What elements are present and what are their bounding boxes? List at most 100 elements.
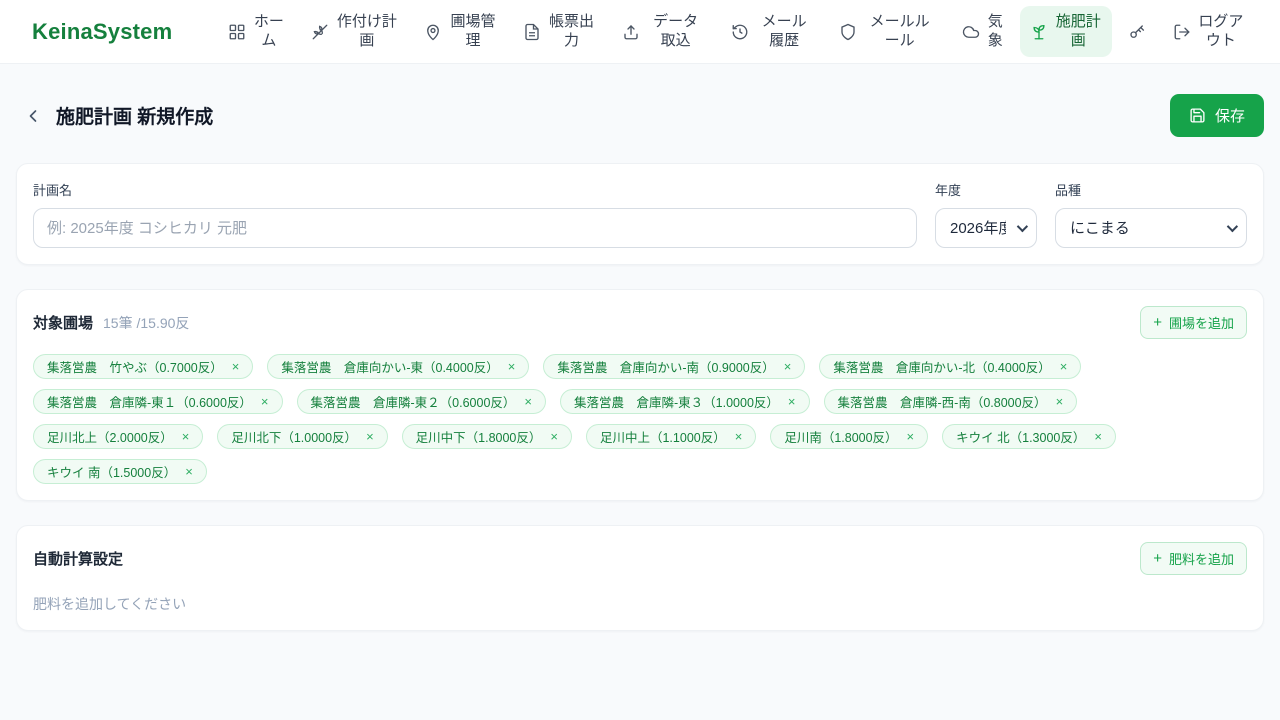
- main-nav: ホーム 作付け計画 圃場管理 帳票出力 データ取込 メール履歴 メールルール 気…: [218, 5, 1254, 58]
- nav-label: 帳票出力: [549, 12, 595, 49]
- variety-select[interactable]: にこまる: [1055, 208, 1247, 248]
- field-tag-label: 集落営農 倉庫隣-東１（0.6000反）: [47, 396, 252, 410]
- field-tag-label: キウイ 北（1.3000反）: [956, 431, 1086, 445]
- auto-calc-title: 自動計算設定: [33, 551, 124, 568]
- field-tag: 集落営農 倉庫向かい-南（0.9000反） ×: [543, 354, 806, 379]
- field-tag-label: 集落営農 倉庫向かい-東（0.4000反）: [281, 361, 499, 375]
- field-tag: 足川中下（1.8000反） ×: [401, 424, 572, 449]
- nav-label: メールルール: [869, 12, 930, 49]
- nav-label: 施肥計画: [1055, 12, 1101, 49]
- add-fertilizer-button-label: 肥料を追加: [1168, 552, 1234, 567]
- nav-item-logout[interactable]: ログアウト: [1163, 6, 1254, 58]
- field-tag-label: キウイ 南（1.5000反）: [47, 466, 177, 480]
- nav-item-mail-rules[interactable]: メールルール: [829, 6, 946, 58]
- nav-label: 圃場管理: [450, 12, 496, 49]
- shield-icon: [839, 23, 857, 41]
- field-tag: 集落営農 竹やぶ（0.7000反） ×: [33, 354, 254, 379]
- field-tag-label: 集落営農 倉庫向かい-北（0.4000反）: [833, 361, 1051, 375]
- page-title: 施肥計画 新規作成: [56, 107, 214, 128]
- nav-item-home[interactable]: ホーム: [218, 6, 294, 58]
- nav-item-fertilization-plan[interactable]: 施肥計画: [1019, 5, 1112, 58]
- target-fields-card: 対象圃場 15筆 /15.90反 + 圃場を追加 集落営農 竹やぶ（0.7000…: [16, 289, 1264, 501]
- nav-item-api-key[interactable]: [1118, 16, 1156, 48]
- logout-icon: [1173, 23, 1191, 41]
- add-field-button-label: 圃場を追加: [1168, 316, 1234, 331]
- variety-field-group: 品種 にこまる: [1055, 180, 1247, 248]
- field-tag-label: 足川中上（1.1000反）: [599, 431, 726, 445]
- top-navigation-bar: KeinaSystem ホーム 作付け計画 圃場管理 帳票出力 データ取込 メー…: [0, 0, 1280, 64]
- field-tag: キウイ 北（1.3000反） ×: [942, 424, 1116, 449]
- remove-tag-icon[interactable]: ×: [1094, 430, 1102, 443]
- document-icon: [523, 23, 541, 41]
- nav-item-weather[interactable]: 気象: [952, 6, 1013, 58]
- remove-tag-icon[interactable]: ×: [185, 465, 193, 478]
- plan-name-field-group: 計画名: [33, 180, 917, 248]
- upload-icon: [622, 23, 640, 41]
- field-tag: 足川中上（1.1000反） ×: [585, 424, 757, 449]
- remove-tag-icon[interactable]: ×: [182, 430, 190, 443]
- field-tag: 集落営農 倉庫隣-東１（0.6000反） ×: [33, 389, 283, 414]
- history-icon: [731, 23, 749, 41]
- field-tag: 集落営農 倉庫向かい-東（0.4000反） ×: [267, 354, 530, 379]
- plan-name-input[interactable]: [33, 208, 917, 248]
- nav-item-field-management[interactable]: 圃場管理: [414, 6, 506, 58]
- remove-tag-icon[interactable]: ×: [524, 395, 532, 408]
- field-tag-label: 集落営農 倉庫隣-西-南（0.8000反）: [837, 396, 1047, 410]
- variety-label: 品種: [1055, 183, 1082, 198]
- field-tag-list: 集落営農 竹やぶ（0.7000反） × 集落営農 倉庫向かい-東（0.4000反）…: [33, 354, 1247, 484]
- remove-tag-icon[interactable]: ×: [788, 395, 796, 408]
- field-tag: 集落営農 倉庫隣-東２（0.6000反） ×: [296, 389, 546, 414]
- sprout-icon: [1030, 23, 1048, 41]
- field-tag-label: 集落営農 倉庫向かい-南（0.9000反）: [557, 361, 775, 375]
- nav-label: メール履歴: [761, 12, 807, 49]
- field-tag-label: 足川北下（1.0000反）: [231, 431, 358, 445]
- page-title-bar: 施肥計画 新規作成 保存: [16, 94, 1264, 137]
- field-tag: 足川北下（1.0000反） ×: [217, 424, 388, 449]
- remove-tag-icon[interactable]: ×: [550, 430, 558, 443]
- back-button[interactable]: [16, 99, 50, 133]
- remove-tag-icon[interactable]: ×: [1056, 395, 1064, 408]
- nav-label: ホーム: [253, 12, 284, 49]
- field-tag-label: 足川北上（2.0000反）: [47, 431, 173, 445]
- plus-icon: +: [1153, 314, 1162, 331]
- field-tag-label: 足川南（1.8000反）: [784, 431, 898, 445]
- add-field-button[interactable]: + 圃場を追加: [1140, 306, 1247, 339]
- save-button-label: 保存: [1214, 108, 1245, 125]
- field-tag: キウイ 南（1.5000反） ×: [33, 459, 207, 484]
- field-tag: 集落営農 倉庫隣-西-南（0.8000反） ×: [823, 389, 1078, 414]
- remove-tag-icon[interactable]: ×: [366, 430, 374, 443]
- year-label: 年度: [935, 183, 962, 198]
- cloud-icon: [962, 23, 980, 41]
- plan-name-label: 計画名: [33, 183, 73, 198]
- wheat-icon: [311, 23, 329, 41]
- field-tag: 足川北上（2.0000反） ×: [33, 424, 204, 449]
- remove-tag-icon[interactable]: ×: [735, 430, 743, 443]
- remove-tag-icon[interactable]: ×: [1060, 360, 1068, 373]
- year-field-group: 年度 2026年度: [935, 180, 1037, 248]
- nav-label: データ取込: [653, 12, 699, 49]
- nav-item-mail-history[interactable]: メール履歴: [721, 6, 822, 58]
- remove-tag-icon[interactable]: ×: [508, 360, 516, 373]
- nav-label: 作付け計画: [336, 12, 397, 49]
- nav-item-data-import[interactable]: データ取込: [612, 6, 715, 58]
- field-tag: 足川南（1.8000反） ×: [770, 424, 929, 449]
- target-fields-summary: 15筆 /15.90反: [103, 314, 190, 331]
- save-button[interactable]: 保存: [1169, 94, 1264, 137]
- remove-tag-icon[interactable]: ×: [261, 395, 269, 408]
- remove-tag-icon[interactable]: ×: [907, 430, 915, 443]
- field-tag-label: 集落営農 倉庫隣-東３（1.0000反）: [574, 396, 779, 410]
- fertilizer-empty-message: 肥料を追加してください: [33, 596, 187, 612]
- save-icon: [1189, 107, 1206, 124]
- year-select[interactable]: 2026年度: [935, 208, 1037, 248]
- nav-item-report-output[interactable]: 帳票出力: [513, 6, 605, 58]
- target-fields-title: 対象圃場: [33, 315, 94, 332]
- plus-icon: +: [1153, 550, 1162, 567]
- nav-item-planting-plan[interactable]: 作付け計画: [301, 6, 408, 58]
- auto-calc-card: 自動計算設定 + 肥料を追加 肥料を追加してください: [16, 525, 1264, 631]
- remove-tag-icon[interactable]: ×: [232, 360, 240, 373]
- app-logo[interactable]: KeinaSystem: [32, 19, 172, 45]
- add-fertilizer-button[interactable]: + 肥料を追加: [1140, 542, 1247, 575]
- field-tag-label: 集落営農 竹やぶ（0.7000反）: [47, 361, 223, 375]
- remove-tag-icon[interactable]: ×: [784, 360, 792, 373]
- plan-form-card: 計画名 年度 2026年度 品種 にこまる: [16, 163, 1264, 265]
